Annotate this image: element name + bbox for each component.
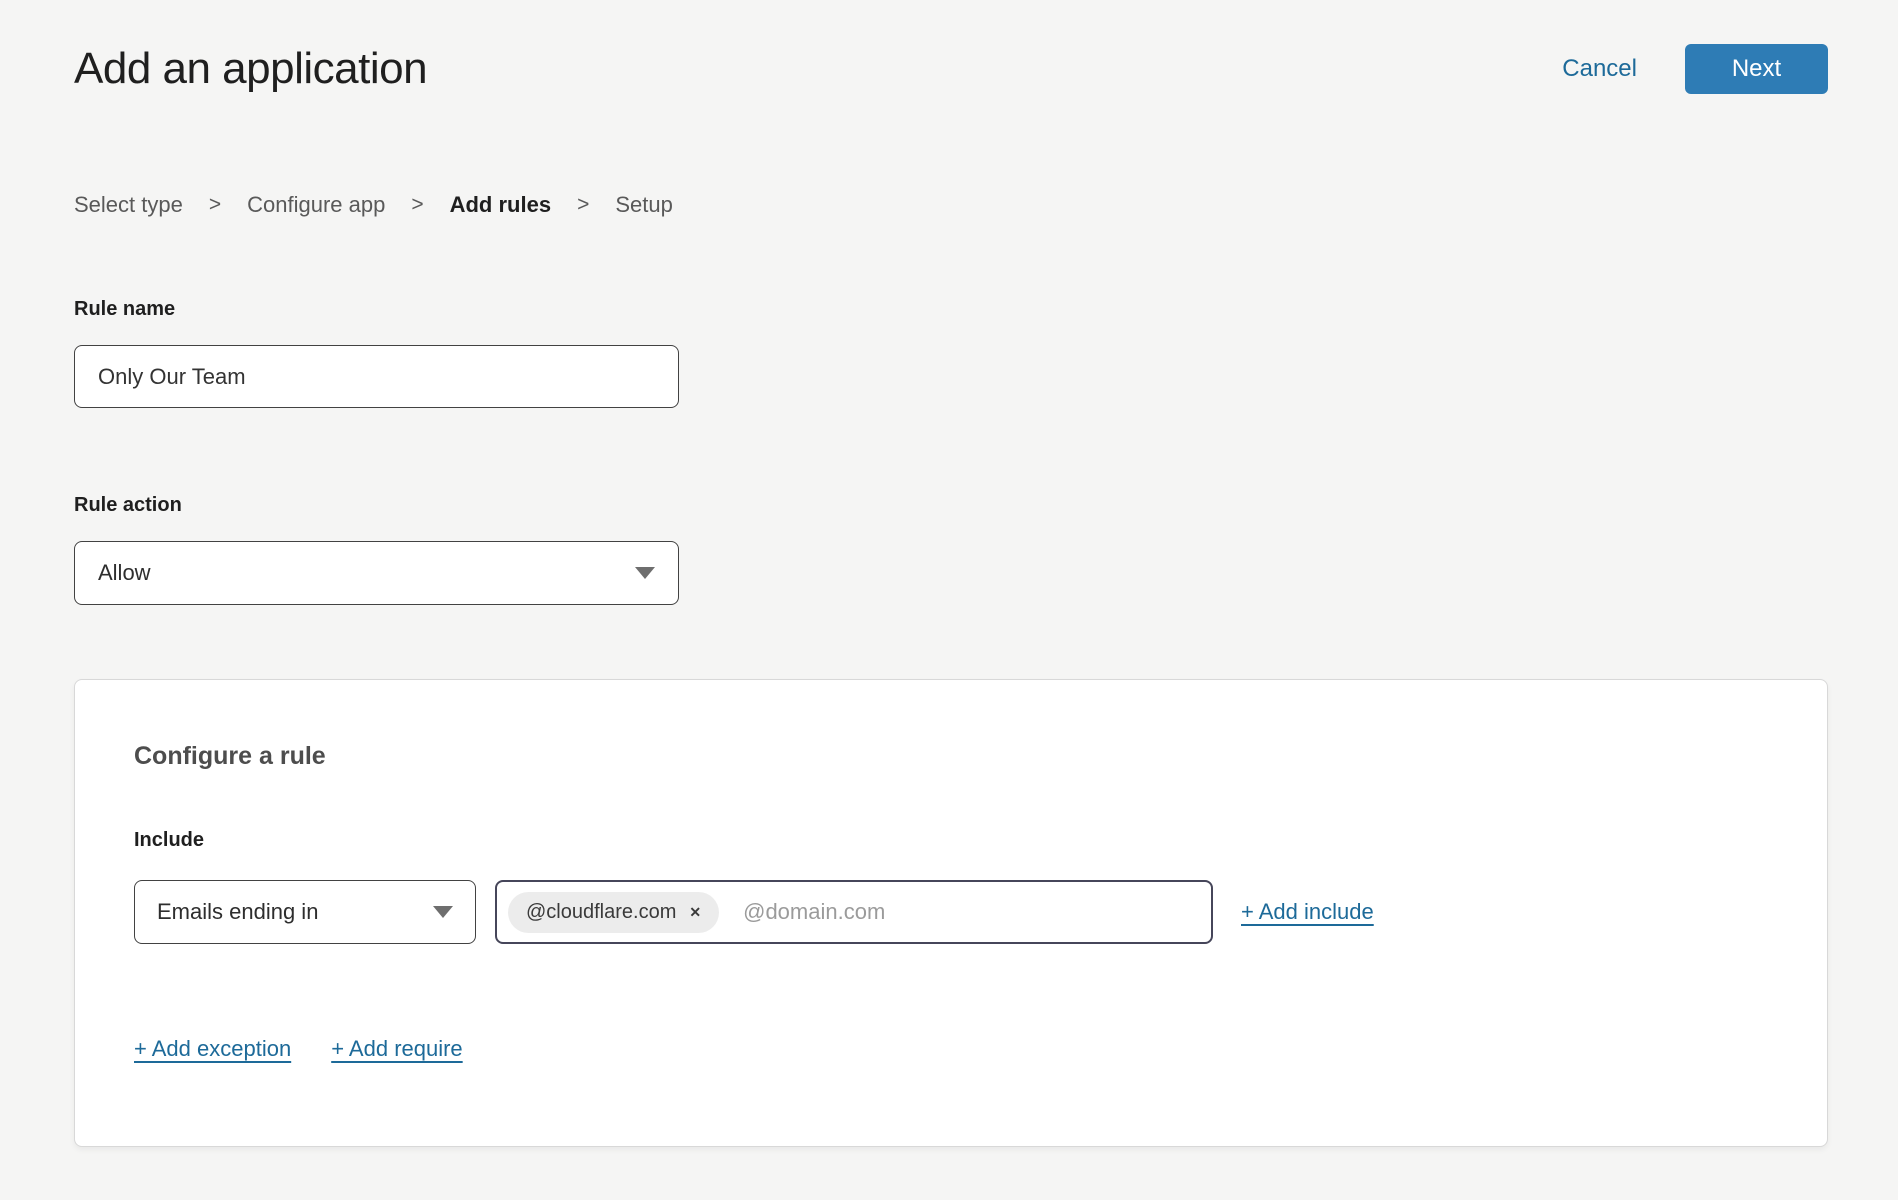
rule-name-label: Rule name	[74, 298, 1828, 321]
breadcrumb-step-select-type[interactable]: Select type	[74, 192, 183, 218]
breadcrumb-separator: >	[209, 193, 221, 217]
add-include-link[interactable]: + Add include	[1241, 899, 1374, 925]
chip-close-icon[interactable]: ✕	[689, 905, 701, 919]
rule-action-select[interactable]: Allow	[74, 541, 679, 605]
include-label: Include	[134, 829, 1767, 852]
rule-action-label: Rule action	[74, 494, 1828, 517]
configure-rule-card: Configure a rule Include Emails ending i…	[74, 679, 1828, 1147]
include-rule-row: Emails ending in @cloudflare.com ✕ + Add…	[134, 880, 1767, 944]
breadcrumb-separator: >	[411, 193, 423, 217]
rule-action-selected-value: Allow	[98, 560, 151, 586]
email-domains-input[interactable]: @cloudflare.com ✕	[495, 880, 1213, 944]
rule-card-title: Configure a rule	[134, 742, 1767, 771]
add-require-link[interactable]: + Add require	[331, 1036, 462, 1062]
next-button[interactable]: Next	[1685, 44, 1828, 94]
header-actions: Cancel Next	[1562, 44, 1828, 94]
cancel-button[interactable]: Cancel	[1562, 55, 1637, 83]
breadcrumb: Select type > Configure app > Add rules …	[74, 192, 1828, 218]
breadcrumb-step-add-rules[interactable]: Add rules	[450, 192, 551, 218]
page-title: Add an application	[74, 44, 427, 94]
include-criteria-selected-value: Emails ending in	[157, 899, 318, 925]
breadcrumb-separator: >	[577, 193, 589, 217]
breadcrumb-step-configure-app[interactable]: Configure app	[247, 192, 385, 218]
email-domain-chip: @cloudflare.com ✕	[508, 892, 719, 933]
rule-name-section: Rule name	[74, 298, 1828, 408]
chevron-down-icon	[433, 906, 453, 918]
add-application-page: Add an application Cancel Next Select ty…	[0, 0, 1898, 1147]
rule-name-input[interactable]	[74, 345, 679, 408]
add-exception-link[interactable]: + Add exception	[134, 1036, 291, 1062]
rule-action-section: Rule action Allow	[74, 494, 1828, 605]
email-domain-chip-label: @cloudflare.com	[526, 901, 676, 924]
include-criteria-select[interactable]: Emails ending in	[134, 880, 476, 944]
rule-extra-links: + Add exception + Add require	[134, 1036, 1767, 1062]
email-domain-text-input[interactable]	[743, 899, 1200, 925]
chevron-down-icon	[635, 567, 655, 579]
page-header: Add an application Cancel Next	[74, 0, 1828, 94]
breadcrumb-step-setup[interactable]: Setup	[615, 192, 673, 218]
